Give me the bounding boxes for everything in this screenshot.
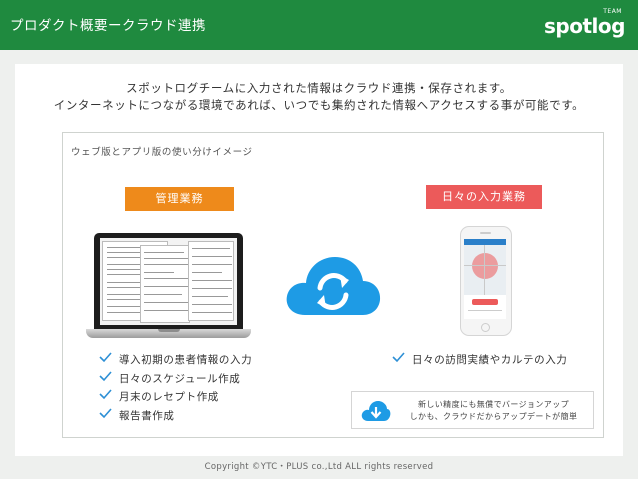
app-action-button <box>472 299 498 305</box>
phone-speaker <box>480 232 491 234</box>
laptop-notch <box>158 329 180 332</box>
task-label: 日々のスケジュール作成 <box>119 372 241 385</box>
task-label: 月末のレセプト作成 <box>119 391 219 403</box>
admin-work-label: 管理業務 <box>125 187 234 211</box>
check-icon <box>392 352 405 363</box>
task-label: 報告書作成 <box>119 409 175 422</box>
laptop-display <box>100 238 237 325</box>
cloud-sync-icon <box>286 257 381 315</box>
diagram-caption: ウェブ版とアプリ版の使い分けイメージ <box>71 147 253 158</box>
intro-line-1: スポットログチームに入力された情報はクラウド連携・保存されます。 <box>126 81 512 95</box>
check-icon <box>99 407 112 418</box>
content-card: スポットログチームに入力された情報はクラウド連携・保存されます。 インターネット… <box>15 64 623 456</box>
update-note-text: 新しい精度にも無償でバージョンアップ しかも、クラウドだからアップデートが簡単 <box>396 399 591 423</box>
header-bar: プロダクト概要ークラウド連携 spotlog TEAM <box>0 0 638 50</box>
list-item: 月末のレセプト作成 <box>97 389 252 408</box>
logo-tag: TEAM <box>603 8 622 15</box>
check-icon <box>99 352 112 363</box>
update-note-line-1: 新しい精度にも無償でバージョンアップ <box>417 400 570 409</box>
update-note-box: 新しい精度にも無償でバージョンアップ しかも、クラウドだからアップデートが簡単 <box>351 391 594 429</box>
usage-diagram: ウェブ版とアプリ版の使い分けイメージ 管理業務 日々の入力業務 導入初期の患者情… <box>62 132 604 438</box>
task-label: 日々の訪問実績やカルテの入力 <box>412 354 568 366</box>
laptop-image <box>86 233 251 339</box>
page-title: プロダクト概要ークラウド連携 <box>10 18 206 34</box>
cloud-download-icon <box>361 401 391 421</box>
check-icon <box>99 389 112 400</box>
admin-task-list: 導入初期の患者情報の入力 日々のスケジュール作成 月末のレセプト作成 報告書作成 <box>97 352 252 426</box>
document-thumbnail <box>140 245 190 323</box>
document-thumbnail <box>188 241 234 321</box>
list-item: 導入初期の患者情報の入力 <box>97 352 252 371</box>
list-item: 報告書作成 <box>97 407 252 427</box>
spotlog-logo[interactable]: spotlog TEAM <box>544 8 625 42</box>
logo-text: spotlog <box>544 14 625 38</box>
task-label: 導入初期の患者情報の入力 <box>119 354 253 366</box>
daily-task-list: 日々の訪問実績やカルテの入力 <box>390 352 567 371</box>
list-item: 日々のスケジュール作成 <box>97 370 252 390</box>
check-icon <box>99 370 112 381</box>
laptop-screen <box>94 233 243 329</box>
smartphone-image <box>460 226 512 336</box>
update-note-line-2: しかも、クラウドだからアップデートが簡単 <box>409 412 578 421</box>
intro-text: スポットログチームに入力された情報はクラウド連携・保存されます。 インターネット… <box>15 80 623 114</box>
map-view <box>464 245 506 295</box>
intro-line-2: インターネットにつながる環境であれば、いつでも集約された情報へアクセスする事が可… <box>53 98 585 112</box>
phone-screen <box>464 239 506 319</box>
list-item: 日々の訪問実績やカルテの入力 <box>390 352 567 371</box>
daily-input-label: 日々の入力業務 <box>426 185 542 209</box>
phone-home-button <box>481 323 490 332</box>
copyright-footer: Copyright ©YTC・PLUS co.,Ltd ALL rights r… <box>204 462 434 472</box>
